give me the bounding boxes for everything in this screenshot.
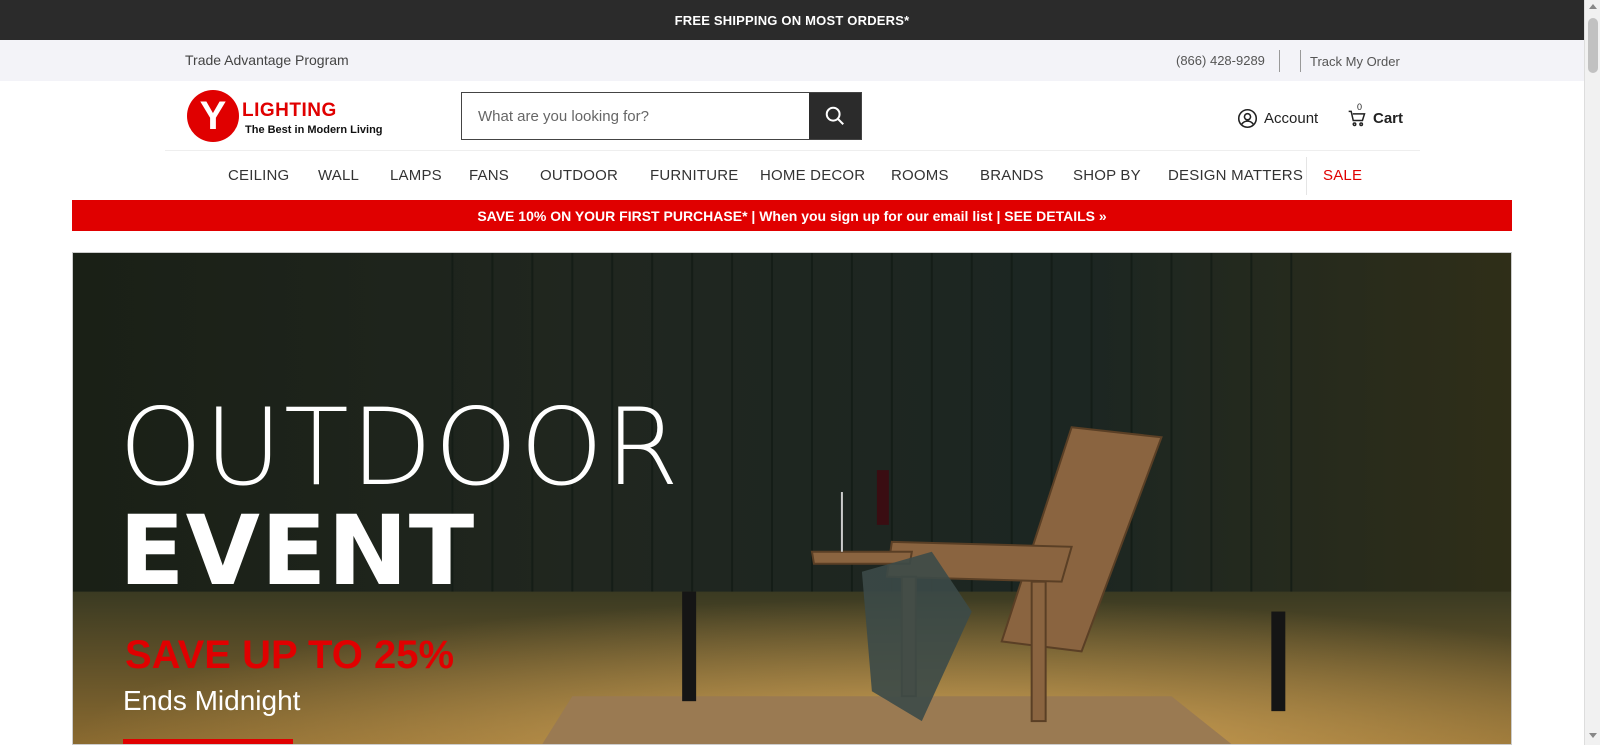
scrollbar-thumb[interactable] — [1588, 18, 1598, 73]
hero-ends-text: Ends Midnight — [123, 685, 301, 716]
page-scrollbar[interactable] — [1584, 0, 1600, 745]
cart-label: Cart — [1373, 109, 1404, 127]
utility-divider — [1279, 50, 1280, 72]
search-bar — [461, 92, 862, 140]
email-promo-banner[interactable]: SAVE 10% ON YOUR FIRST PURCHASE* | When … — [72, 200, 1512, 231]
nav-item-wall[interactable]: WALL — [318, 167, 359, 184]
account-link[interactable]: Account — [1237, 108, 1318, 129]
utility-divider — [1300, 50, 1301, 72]
utility-bar: Trade Advantage Program (866) 428-9289 T… — [0, 40, 1584, 81]
cart-link[interactable]: 0 Cart — [1347, 102, 1404, 128]
nav-item-lamps[interactable]: LAMPS — [390, 167, 442, 184]
search-button[interactable] — [809, 93, 861, 139]
nav-item-furniture[interactable]: FURNITURE — [650, 167, 738, 184]
nav-item-sale[interactable]: SALE — [1323, 167, 1362, 184]
nav-item-ceiling[interactable]: CEILING — [228, 167, 289, 184]
nav-divider — [1306, 157, 1307, 195]
phone-number[interactable]: (866) 428-9289 — [1176, 53, 1265, 68]
main-nav: CEILING WALL LAMPS FANS OUTDOOR FURNITUR… — [0, 151, 1584, 200]
scroll-down-arrow-icon[interactable] — [1589, 733, 1597, 738]
user-circle-icon — [1237, 108, 1258, 129]
nav-item-outdoor[interactable]: OUTDOOR — [540, 167, 618, 184]
logo-tagline: The Best in Modern Living — [245, 124, 383, 136]
cart-count: 0 — [1357, 102, 1363, 112]
nav-item-fans[interactable]: FANS — [469, 167, 509, 184]
hero-banner[interactable]: OUTDOOR EVENT SAVE UP TO 25% Ends Midnig… — [72, 252, 1512, 745]
hero-shop-button[interactable] — [123, 739, 293, 744]
account-label: Account — [1264, 110, 1319, 127]
logo-wordmark: LIGHTING — [242, 100, 337, 121]
hero-title-line1: OUTDOOR — [119, 386, 681, 509]
hero-save-text: SAVE UP TO 25% — [125, 633, 455, 677]
announcement-text: FREE SHIPPING ON MOST ORDERS* — [674, 12, 910, 28]
site-header: Y LIGHTING The Best in Modern Living Acc… — [0, 81, 1584, 151]
trade-program-link[interactable]: Trade Advantage Program — [185, 52, 349, 68]
search-input[interactable] — [462, 93, 809, 139]
search-icon — [825, 106, 844, 125]
logo-mark: Y — [187, 90, 239, 142]
nav-item-home-decor[interactable]: HOME DECOR — [760, 167, 865, 184]
scroll-up-arrow-icon[interactable] — [1589, 4, 1597, 9]
hero-title-line2: EVENT — [119, 495, 476, 607]
announcement-bar: FREE SHIPPING ON MOST ORDERS* — [0, 0, 1584, 40]
promo-text: SAVE 10% ON YOUR FIRST PURCHASE* | When … — [477, 207, 1107, 224]
site-logo[interactable]: Y LIGHTING The Best in Modern Living — [187, 90, 387, 145]
nav-item-brands[interactable]: BRANDS — [980, 167, 1044, 184]
nav-item-design-matters[interactable]: DESIGN MATTERS — [1168, 167, 1303, 184]
nav-item-shop-by[interactable]: SHOP BY — [1073, 167, 1141, 184]
nav-item-rooms[interactable]: ROOMS — [891, 167, 949, 184]
track-order-link[interactable]: Track My Order — [1310, 54, 1400, 69]
